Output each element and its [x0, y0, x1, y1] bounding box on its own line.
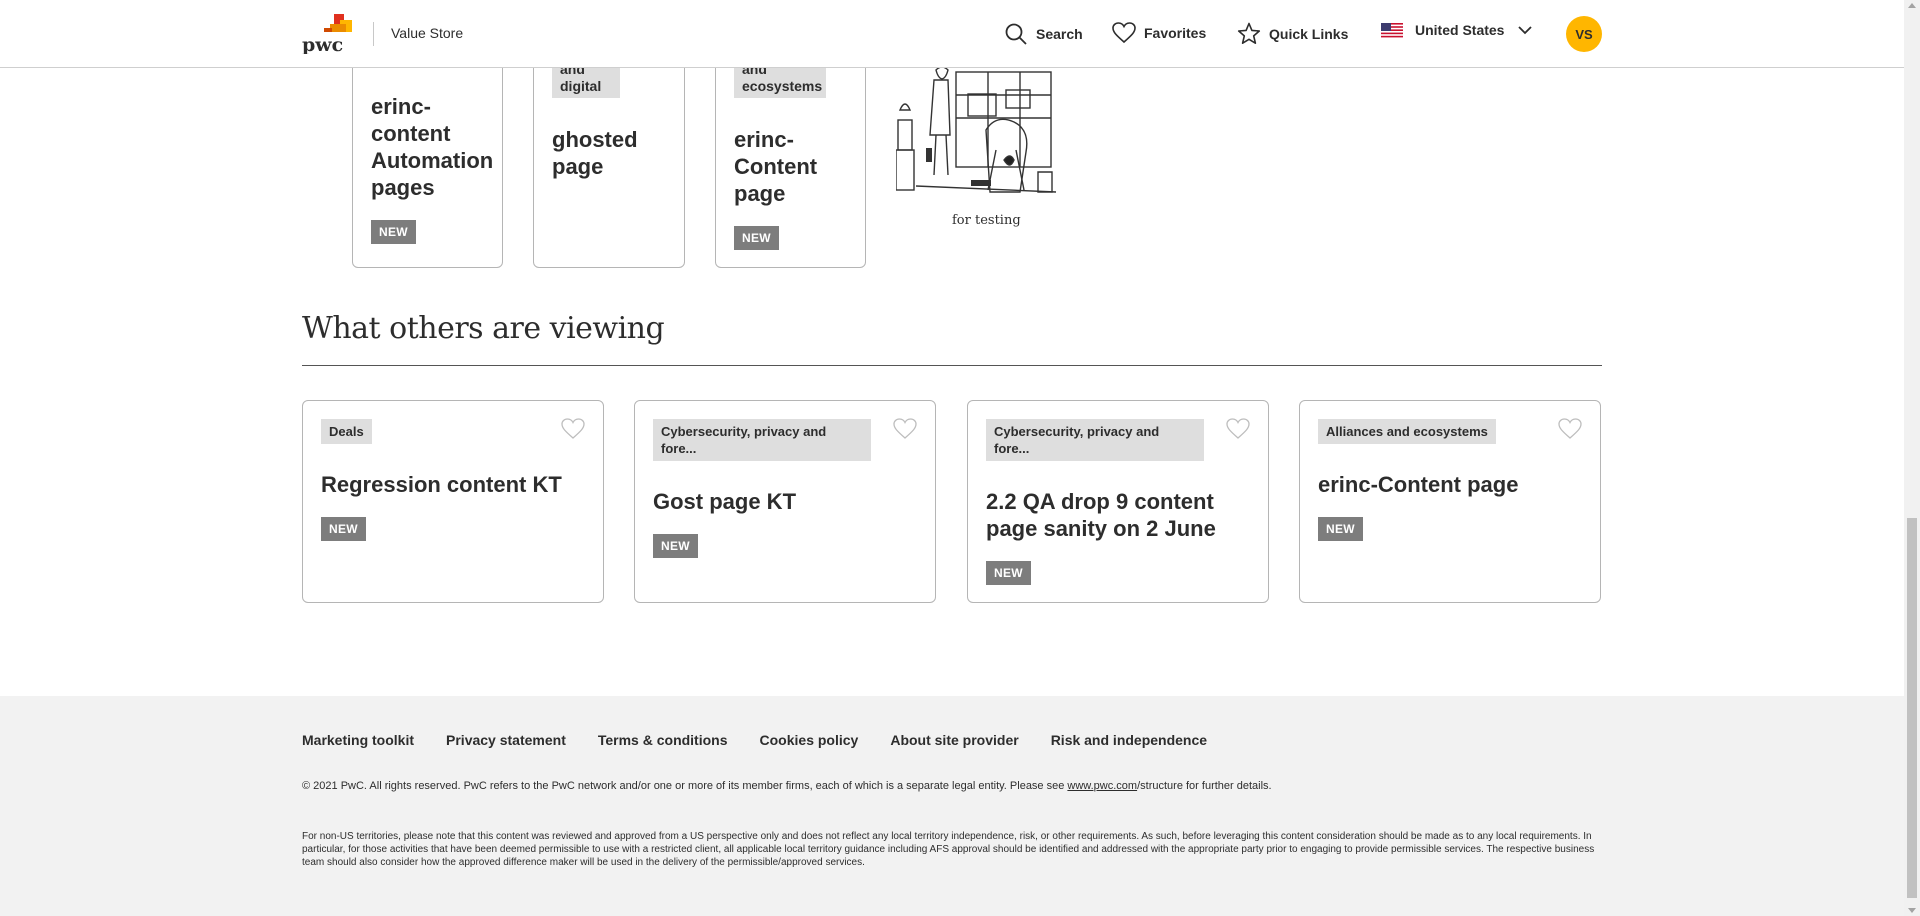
category-tag: Deals	[321, 419, 372, 444]
footer-link-terms[interactable]: Terms & conditions	[598, 732, 728, 748]
section-title: What others are viewing	[302, 311, 665, 346]
scroll-down-arrow-icon[interactable]	[1908, 908, 1916, 913]
favorites-label: Favorites	[1144, 25, 1207, 41]
footer-links: Marketing toolkit Privacy statement Term…	[302, 732, 1207, 748]
cartoon-illustration	[896, 66, 1057, 193]
heart-icon	[1112, 22, 1136, 44]
chevron-down-icon	[1518, 26, 1533, 35]
heart-icon[interactable]	[1558, 418, 1582, 440]
search-icon	[1005, 23, 1027, 45]
scroll-up-arrow-icon[interactable]	[1908, 3, 1916, 8]
footer-link-marketing-toolkit[interactable]: Marketing toolkit	[302, 732, 414, 748]
card-title: Regression content KT	[321, 472, 562, 497]
category-tag: Alliances and ecosystems	[1318, 419, 1496, 444]
heart-icon[interactable]	[561, 418, 585, 440]
footer-link-privacy-statement[interactable]: Privacy statement	[446, 732, 566, 748]
country-selector[interactable]: United States	[1381, 22, 1533, 38]
quick-links-label: Quick Links	[1269, 26, 1349, 42]
viewing-card[interactable]: Alliances and ecosystems erinc-Content p…	[1299, 400, 1601, 603]
pwc-logo[interactable]: pwc	[302, 14, 354, 54]
copyright-post: /structure for further details.	[1137, 780, 1272, 792]
footer-link-cookies-policy[interactable]: Cookies policy	[760, 732, 859, 748]
avatar[interactable]: VS	[1566, 16, 1602, 52]
card-title: ghosted page	[552, 127, 638, 179]
card-title: erinc-content Automation pages	[371, 94, 494, 200]
country-label: United States	[1415, 22, 1505, 38]
category-tag: Cybersecurity, privacy and fore...	[653, 419, 871, 461]
cartoon-caption: for testing	[952, 213, 1021, 228]
copyright-pre: © 2021 PwC. All rights reserved. PwC ref…	[302, 780, 1068, 792]
new-badge: NEW	[986, 561, 1031, 585]
section-divider	[302, 365, 1602, 366]
search-label: Search	[1036, 26, 1083, 42]
heart-icon[interactable]	[1226, 418, 1250, 440]
us-flag-icon	[1381, 22, 1403, 38]
viewing-card[interactable]: Cybersecurity, privacy and fore... Gost …	[634, 400, 936, 603]
main-content: erinc-content Automation pages NEW and d…	[0, 0, 1904, 916]
heart-icon[interactable]	[893, 418, 917, 440]
logo-divider	[373, 22, 374, 46]
card-title: Gost page KT	[653, 489, 797, 514]
new-badge: NEW	[734, 226, 779, 250]
site-name: Value Store	[391, 25, 464, 41]
svg-text:pwc: pwc	[302, 34, 343, 54]
category-tag: Cybersecurity, privacy and fore...	[986, 419, 1204, 461]
viewing-card[interactable]: Cybersecurity, privacy and fore... 2.2 Q…	[967, 400, 1269, 603]
card-title: erinc-Content page	[1318, 472, 1519, 497]
disclaimer-text: For non-US territories, please note that…	[302, 831, 1595, 868]
new-badge: NEW	[1318, 517, 1363, 541]
card-title: erinc-Content page	[734, 127, 818, 206]
quick-links-button[interactable]: Quick Links	[1237, 22, 1348, 46]
favorites-button[interactable]: Favorites	[1112, 22, 1206, 44]
card-title: 2.2 QA drop 9 content page sanity on 2 J…	[986, 489, 1216, 541]
footer-link-about-site-provider[interactable]: About site provider	[890, 732, 1018, 748]
star-icon	[1237, 22, 1261, 44]
search-button[interactable]: Search	[1004, 22, 1083, 46]
new-badge: NEW	[321, 517, 366, 541]
site-header: pwc Value Store Search Favorites Quick L…	[0, 0, 1904, 68]
footer: Marketing toolkit Privacy statement Term…	[0, 696, 1904, 916]
copyright-text: © 2021 PwC. All rights reserved. PwC ref…	[302, 780, 1602, 792]
page-scrollbar[interactable]	[1904, 0, 1920, 916]
footer-link-risk-independence[interactable]: Risk and independence	[1051, 732, 1207, 748]
viewing-card[interactable]: Deals Regression content KT NEW	[302, 400, 604, 603]
new-badge: NEW	[371, 220, 416, 244]
pwc-link[interactable]: www.pwc.com	[1067, 780, 1137, 792]
new-badge: NEW	[653, 534, 698, 558]
scroll-thumb[interactable]	[1907, 518, 1917, 898]
